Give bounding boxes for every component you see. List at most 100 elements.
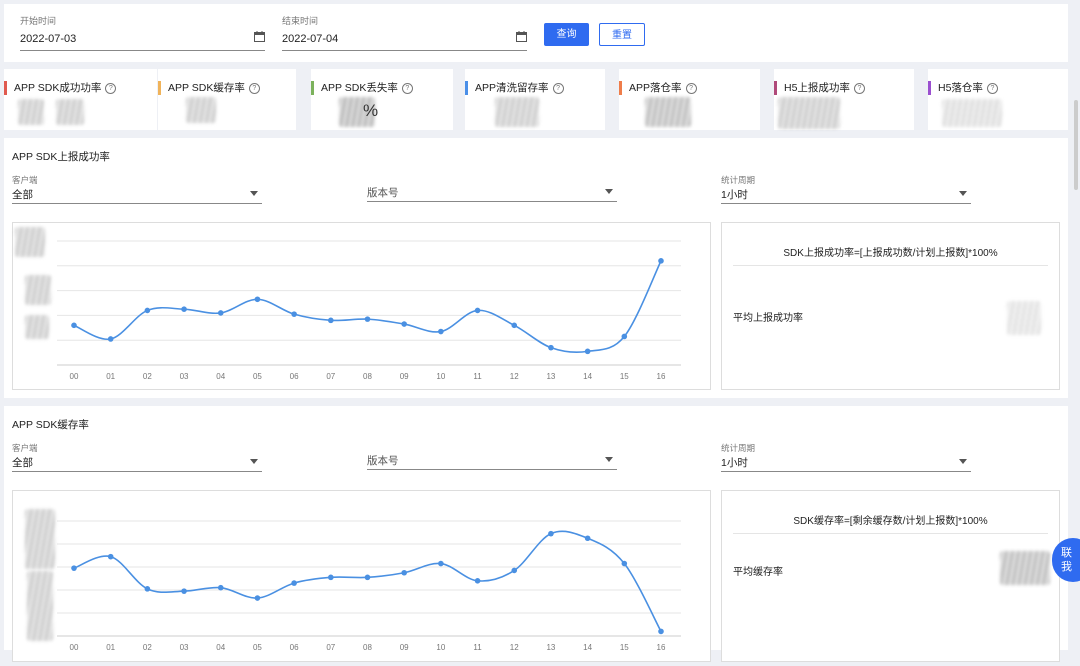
data-point[interactable] <box>474 578 481 584</box>
help-icon[interactable]: ? <box>248 83 260 94</box>
reset-button[interactable]: 重置 <box>599 23 645 46</box>
help-icon[interactable]: ? <box>401 83 413 94</box>
data-point[interactable] <box>401 569 407 576</box>
calendar-icon[interactable] <box>254 31 265 42</box>
client-value: 全部 <box>12 189 33 201</box>
x-tick-label: 12 <box>510 643 519 652</box>
divider <box>733 533 1048 534</box>
section-title: APP SDK缓存率 <box>12 419 89 431</box>
data-point[interactable] <box>291 311 297 317</box>
data-point[interactable] <box>364 316 371 322</box>
data-point[interactable] <box>291 580 297 586</box>
client-label: 客户端 <box>12 175 38 185</box>
data-point[interactable] <box>328 574 334 581</box>
redacted-value <box>18 99 44 125</box>
version-select-value[interactable]: 版本号 <box>367 453 617 470</box>
end-date-field[interactable]: 结束时间 2022-07-04 <box>282 14 527 51</box>
start-date-input[interactable]: 2022-07-03 <box>20 31 265 51</box>
help-icon[interactable]: ? <box>986 83 998 94</box>
end-date-input[interactable]: 2022-07-04 <box>282 31 527 51</box>
chevron-down-icon[interactable] <box>605 189 613 194</box>
metric-card-app-sdk-loss[interactable]: APP SDK丢失率? % <box>311 69 453 130</box>
x-tick-label: 11 <box>473 643 482 652</box>
period-select[interactable]: 统计周期 1小时 <box>721 442 971 472</box>
chevron-down-icon[interactable] <box>605 457 613 462</box>
data-point[interactable] <box>438 560 444 567</box>
query-button[interactable]: 查询 <box>544 23 589 46</box>
data-point[interactable] <box>621 560 628 567</box>
help-icon[interactable]: ? <box>552 83 564 94</box>
data-point[interactable] <box>511 567 518 574</box>
data-point[interactable] <box>254 296 261 303</box>
average-label: 平均缓存率 <box>733 567 783 578</box>
metric-card-app-sdk-cache[interactable]: APP SDK缓存率? <box>158 69 296 130</box>
data-point[interactable] <box>181 588 187 594</box>
average-label: 平均上报成功率 <box>733 313 803 324</box>
chart-box: 00 01 02 03 04 05 06 07 08 09 10 11 12 13 14 15 16 <box>12 490 711 662</box>
metric-card-app-sdk-success[interactable]: APP SDK成功功率? <box>4 69 157 130</box>
x-tick-label: 08 <box>363 643 372 652</box>
data-point[interactable] <box>71 322 77 329</box>
help-icon[interactable]: ? <box>105 83 117 94</box>
data-point[interactable] <box>254 595 261 601</box>
formula-text: SDK上报成功率=[上报成功数/计划上报数]*100% <box>783 248 998 259</box>
line-chart[interactable]: 00 01 02 03 04 05 06 07 08 09 10 11 12 13 14 15 16 <box>13 491 710 661</box>
redacted-value <box>778 97 840 129</box>
help-icon[interactable]: ? <box>853 83 865 94</box>
chevron-down-icon[interactable] <box>959 191 967 196</box>
client-select-value[interactable]: 全部 <box>12 187 262 204</box>
client-select[interactable]: 客户端 全部 <box>12 174 262 204</box>
period-select[interactable]: 统计周期 1小时 <box>721 174 971 204</box>
data-point[interactable] <box>658 258 664 264</box>
data-point[interactable] <box>511 322 518 329</box>
start-date-value: 2022-07-03 <box>20 33 77 45</box>
data-point[interactable] <box>328 317 334 324</box>
metric-color-bar <box>4 81 7 95</box>
contact-line-1: 联 <box>1061 547 1072 559</box>
metric-title: APP SDK丢失率? <box>321 80 413 95</box>
data-point[interactable] <box>217 584 224 591</box>
version-select[interactable]: 版本号 <box>367 442 617 470</box>
client-select[interactable]: 客户端 全部 <box>12 442 262 472</box>
series-line <box>73 260 662 353</box>
help-icon[interactable]: ? <box>685 83 697 94</box>
data-point[interactable] <box>548 344 554 351</box>
line-chart[interactable]: 00 01 02 03 04 05 06 07 08 09 10 11 12 13 14 15 16 <box>13 223 710 389</box>
version-select[interactable]: 版本号 <box>367 174 617 202</box>
data-point[interactable] <box>621 333 628 340</box>
x-tick-label: 03 <box>180 372 189 381</box>
version-select-value[interactable]: 版本号 <box>367 185 617 202</box>
chevron-down-icon[interactable] <box>959 459 967 464</box>
chevron-down-icon[interactable] <box>250 191 258 196</box>
data-point[interactable] <box>658 628 664 635</box>
chevron-down-icon[interactable] <box>250 459 258 464</box>
data-point[interactable] <box>438 328 444 335</box>
data-point[interactable] <box>107 336 114 342</box>
data-point[interactable] <box>474 307 481 314</box>
data-point[interactable] <box>584 535 591 542</box>
data-point[interactable] <box>107 553 114 560</box>
data-point[interactable] <box>144 307 151 314</box>
data-point[interactable] <box>584 348 591 355</box>
metric-card-h5-warehouse[interactable]: H5落仓率? <box>928 69 1068 130</box>
data-point[interactable] <box>364 574 371 581</box>
metric-card-h5-report-success[interactable]: H5上报成功率? <box>774 69 914 130</box>
data-point[interactable] <box>144 586 151 592</box>
period-select-value[interactable]: 1小时 <box>721 455 971 472</box>
metric-card-app-warehouse[interactable]: APP落仓率? <box>619 69 760 130</box>
x-tick-label: 07 <box>326 372 335 381</box>
data-point[interactable] <box>181 306 187 312</box>
data-point[interactable] <box>217 310 224 316</box>
redacted-value <box>942 99 1002 127</box>
data-point[interactable] <box>548 530 554 537</box>
calendar-icon[interactable] <box>516 31 527 42</box>
period-select-value[interactable]: 1小时 <box>721 187 971 204</box>
formula-text: SDK缓存率=[剩余缓存数/计划上报数]*100% <box>793 516 988 527</box>
scrollbar[interactable] <box>1074 100 1078 190</box>
data-point[interactable] <box>401 321 407 327</box>
start-date-field[interactable]: 开始时间 2022-07-03 <box>20 14 265 51</box>
metric-card-app-clean-retention[interactable]: APP清洗留存率? <box>465 69 605 130</box>
client-select-value[interactable]: 全部 <box>12 455 262 472</box>
data-point[interactable] <box>71 565 77 571</box>
metric-title: APP SDK成功功率? <box>14 80 117 95</box>
